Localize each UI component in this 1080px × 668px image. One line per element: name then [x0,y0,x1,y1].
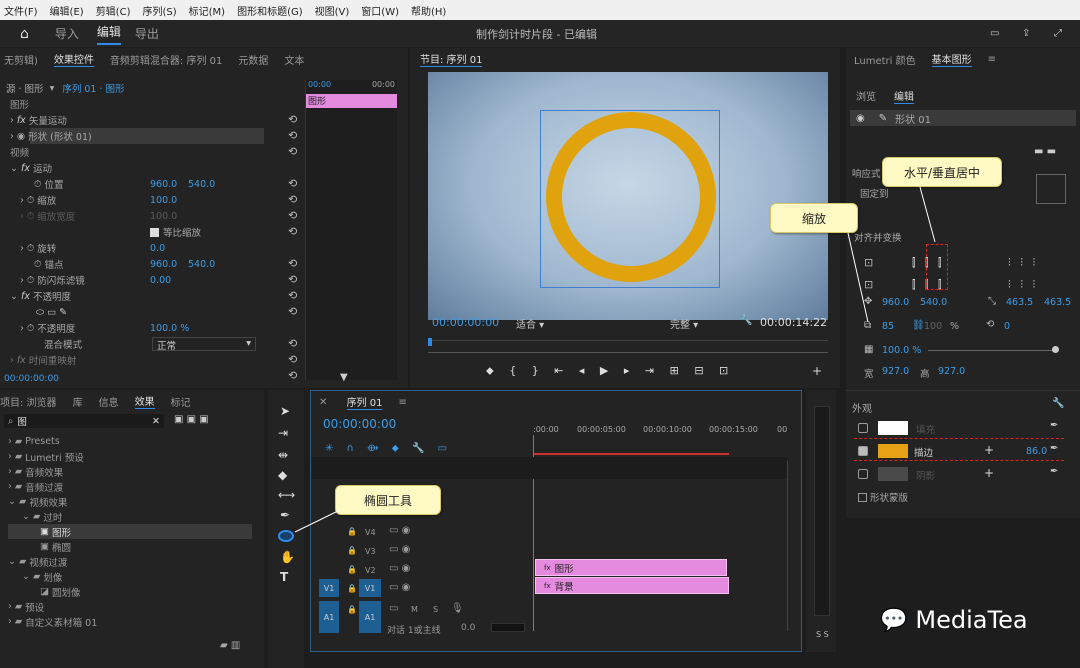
watermark: 💬 MediaTea [880,606,1028,634]
wechat-icon: 💬 [880,607,908,633]
callout-pointers [294,186,936,533]
watermark-text: MediaTea [915,606,1028,634]
